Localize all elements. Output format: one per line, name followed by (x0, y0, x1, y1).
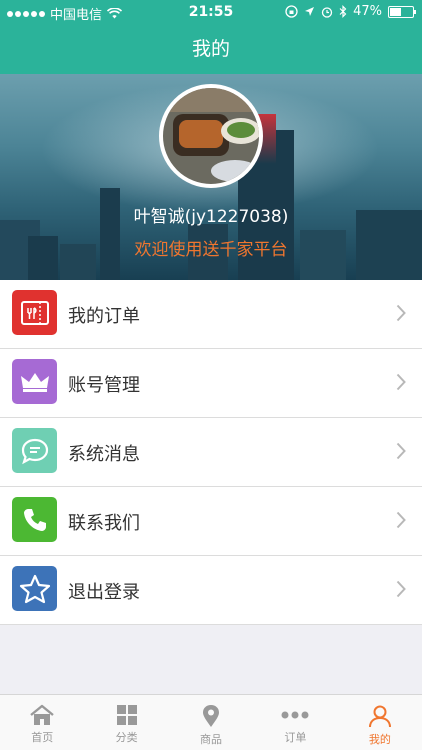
order-ticket-icon (12, 290, 57, 335)
person-icon (368, 705, 391, 728)
chevron-right-icon (396, 580, 406, 598)
battery-icon (388, 5, 416, 18)
status-bar: 中国电信 21:55 47% (0, 0, 422, 24)
page-title: 我的 (191, 38, 230, 60)
menu-item-label: 退出登录 (68, 582, 140, 603)
welcome-message: 欢迎使用送千家平台 (134, 240, 288, 260)
crown-icon (12, 359, 57, 404)
location-arrow-icon (305, 7, 315, 16)
alarm-icon (321, 6, 333, 18)
tab-orders[interactable]: 订单 (253, 695, 337, 750)
tab-category[interactable]: 分类 (84, 695, 168, 750)
menu-item-label: 联系我们 (68, 513, 140, 534)
phone-icon (12, 497, 57, 542)
menu-item-system-messages[interactable]: 系统消息 (0, 418, 422, 487)
tab-label: 我的 (368, 733, 391, 746)
grid-icon (116, 705, 137, 725)
location-pin-icon (203, 705, 220, 727)
menu-item-contact-us[interactable]: 联系我们 (0, 487, 422, 556)
bluetooth-icon (339, 5, 347, 18)
orientation-lock-icon (285, 5, 298, 18)
tab-mine[interactable]: 我的 (338, 695, 422, 750)
chevron-right-icon (396, 373, 406, 391)
menu-item-label: 我的订单 (68, 306, 140, 327)
star-icon (12, 566, 57, 611)
user-name: 叶智诚(jy1227038) (133, 207, 289, 227)
home-icon (30, 704, 54, 725)
nav-bar: 我的 (0, 24, 422, 74)
avatar[interactable] (159, 84, 263, 188)
tab-label: 分类 (115, 731, 138, 744)
tab-home[interactable]: 首页 (0, 695, 84, 750)
profile-header: 叶智诚(jy1227038) 欢迎使用送千家平台 (0, 74, 422, 280)
tab-label: 首页 (31, 731, 54, 744)
chat-bubble-icon (12, 428, 57, 473)
tab-products[interactable]: 商品 (169, 695, 253, 750)
menu-item-label: 账号管理 (68, 375, 140, 396)
battery-percent: 47% (353, 4, 382, 19)
menu-item-label: 系统消息 (68, 444, 140, 465)
tab-label: 商品 (200, 733, 223, 746)
menu-list: 我的订单 账号管理 系统消息 联系我们 退出登录 (0, 280, 422, 625)
chevron-right-icon (396, 304, 406, 322)
more-dots-icon (281, 711, 309, 719)
chevron-right-icon (396, 511, 406, 529)
menu-item-logout[interactable]: 退出登录 (0, 556, 422, 625)
menu-item-account-management[interactable]: 账号管理 (0, 349, 422, 418)
menu-item-my-orders[interactable]: 我的订单 (0, 280, 422, 349)
chevron-right-icon (396, 442, 406, 460)
tab-bar: 首页 分类 商品 订单 我的 (0, 694, 422, 750)
tab-label: 订单 (284, 731, 307, 744)
